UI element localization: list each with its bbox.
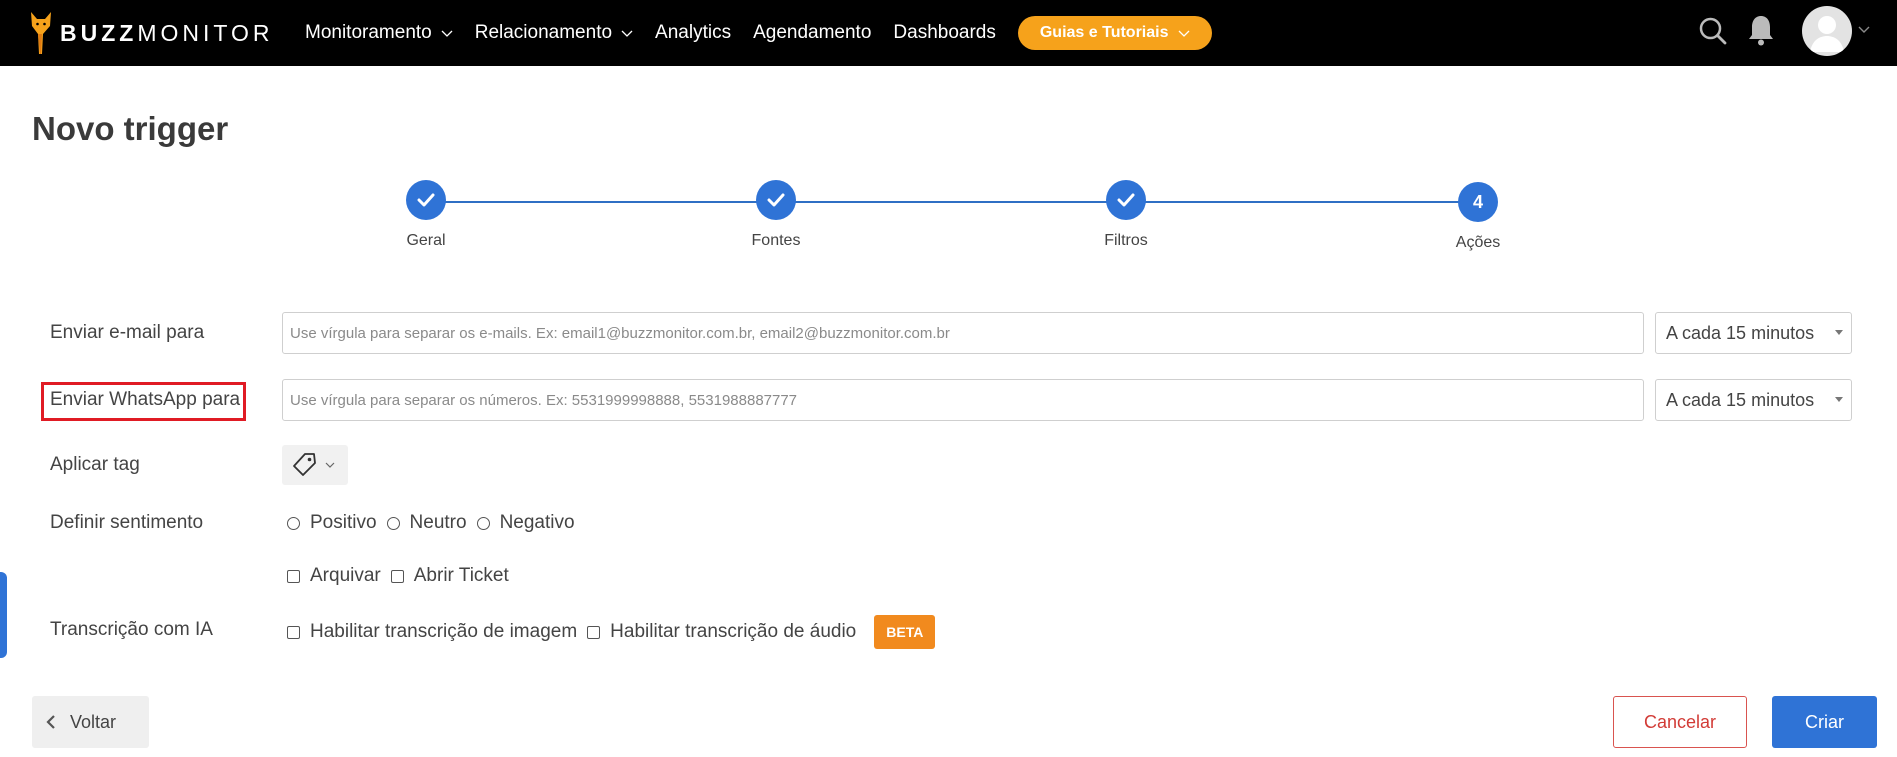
guides-tutorials-button[interactable]: Guias e Tutoriais (1017, 16, 1213, 50)
chevron-left-icon (46, 715, 55, 729)
sentiment-positive-option[interactable]: Positivo (287, 512, 377, 534)
checkbox[interactable] (287, 569, 300, 583)
whatsapp-frequency-select[interactable]: A cada 15 minutos (1655, 379, 1852, 421)
check-icon (417, 193, 435, 207)
transcription-options: Habilitar transcrição de imagem Habilita… (287, 615, 936, 649)
create-button[interactable]: Criar (1772, 696, 1877, 748)
step-label: Ações (1455, 234, 1501, 251)
brand-name: BUZZMONITOR (60, 20, 274, 47)
page-title: Novo trigger (32, 110, 229, 147)
tag-label: Aplicar tag (50, 454, 140, 475)
nav-monitoramento[interactable]: Monitoramento (305, 22, 453, 44)
step-label: Filtros (1104, 232, 1148, 249)
checkbox[interactable] (587, 625, 601, 639)
whatsapp-label: Enviar WhatsApp para (50, 389, 241, 410)
email-frequency-value: A cada 15 minutos (1666, 322, 1815, 343)
brand-name-bold: BUZZ (60, 19, 138, 46)
transcription-label: Transcrição com IA (50, 619, 213, 640)
user-silhouette-icon (1810, 16, 1844, 52)
open-ticket-option[interactable]: Abrir Ticket (390, 565, 509, 587)
brand-name-light: MONITOR (137, 19, 274, 46)
chevron-down-icon (325, 462, 335, 468)
guides-tutorials-label: Guias e Tutoriais (1039, 24, 1169, 41)
tag-icon (293, 453, 316, 476)
step-fontes[interactable]: Fontes (716, 180, 836, 250)
bell-icon (1749, 16, 1773, 46)
checkbox-label: Habilitar transcrição de áudio (610, 621, 857, 642)
cancel-button[interactable]: Cancelar (1613, 696, 1747, 748)
nav-label: Relacionamento (474, 22, 613, 43)
audio-transcription-option[interactable]: Habilitar transcrição de áudio (587, 621, 856, 643)
whatsapp-frequency-value: A cada 15 minutos (1666, 389, 1815, 410)
action-options: Arquivar Abrir Ticket (287, 565, 519, 587)
check-icon (1117, 193, 1135, 207)
step-label: Fontes (751, 232, 801, 249)
nav-label: Monitoramento (305, 22, 432, 43)
sentiment-neutral-option[interactable]: Neutro (386, 512, 467, 534)
nav-dashboards[interactable]: Dashboards (893, 22, 995, 44)
sentiment-negative-option[interactable]: Negativo (476, 512, 575, 534)
checkbox[interactable] (287, 625, 300, 639)
email-recipients-input[interactable] (282, 312, 1644, 354)
step-complete-indicator (406, 180, 446, 220)
side-panel-tab[interactable] (0, 572, 7, 658)
tag-dropdown-button[interactable] (282, 445, 348, 485)
nav-label: Analytics (655, 22, 732, 43)
chevron-down-icon[interactable] (1857, 22, 1871, 36)
radio-label: Neutro (409, 512, 467, 533)
email-label: Enviar e-mail para (50, 322, 205, 343)
chevron-down-icon (621, 30, 633, 37)
main-nav: Monitoramento Relacionamento Analytics A… (305, 0, 1213, 66)
brand-logo[interactable]: BUZZMONITOR (30, 8, 274, 58)
radio-button[interactable] (386, 516, 400, 530)
radio-label: Negativo (499, 512, 575, 533)
email-frequency-select[interactable]: A cada 15 minutos (1655, 312, 1852, 354)
search-icon (1699, 17, 1727, 45)
image-transcription-option[interactable]: Habilitar transcrição de imagem (287, 621, 577, 643)
nav-label: Dashboards (893, 22, 996, 43)
chevron-down-icon (441, 30, 453, 37)
step-current-indicator: 4 (1458, 182, 1498, 222)
check-icon (767, 193, 785, 207)
nav-analytics[interactable]: Analytics (655, 22, 731, 44)
checkbox-label: Abrir Ticket (413, 565, 509, 586)
back-button[interactable]: Voltar (32, 696, 149, 748)
radio-button[interactable] (287, 516, 300, 530)
radio-button[interactable] (476, 516, 490, 530)
step-label: Geral (406, 232, 446, 249)
step-acoes[interactable]: 4 Ações (1418, 182, 1538, 252)
checkbox-label: Arquivar (310, 565, 381, 586)
wizard-stepper: Geral Fontes Filtros 4 Ações (0, 180, 1897, 270)
nav-label: Agendamento (753, 22, 872, 43)
back-label: Voltar (70, 711, 117, 732)
caret-down-icon (1835, 330, 1843, 335)
step-complete-indicator (756, 180, 796, 220)
nav-agendamento[interactable]: Agendamento (753, 22, 871, 44)
nav-relacionamento[interactable]: Relacionamento (475, 22, 633, 44)
step-geral[interactable]: Geral (366, 180, 486, 250)
checkbox-label: Habilitar transcrição de imagem (310, 621, 578, 642)
whatsapp-recipients-input[interactable] (282, 379, 1644, 421)
top-navbar: BUZZMONITOR Monitoramento Relacionamento… (0, 0, 1897, 66)
sentiment-label: Definir sentimento (50, 512, 204, 533)
caret-down-icon (1835, 397, 1843, 402)
archive-option[interactable]: Arquivar (287, 565, 381, 587)
step-complete-indicator (1106, 180, 1146, 220)
sentiment-options: Positivo Neutro Negativo (287, 512, 585, 534)
beta-badge: BETA (874, 615, 936, 649)
avatar[interactable] (1802, 6, 1852, 56)
fox-logo-icon (31, 12, 51, 54)
step-filtros[interactable]: Filtros (1066, 180, 1186, 250)
chevron-down-icon (1179, 30, 1190, 37)
search-button[interactable] (1697, 15, 1729, 47)
radio-label: Positivo (310, 512, 377, 533)
checkbox[interactable] (390, 569, 404, 583)
notifications-button[interactable] (1745, 14, 1777, 46)
